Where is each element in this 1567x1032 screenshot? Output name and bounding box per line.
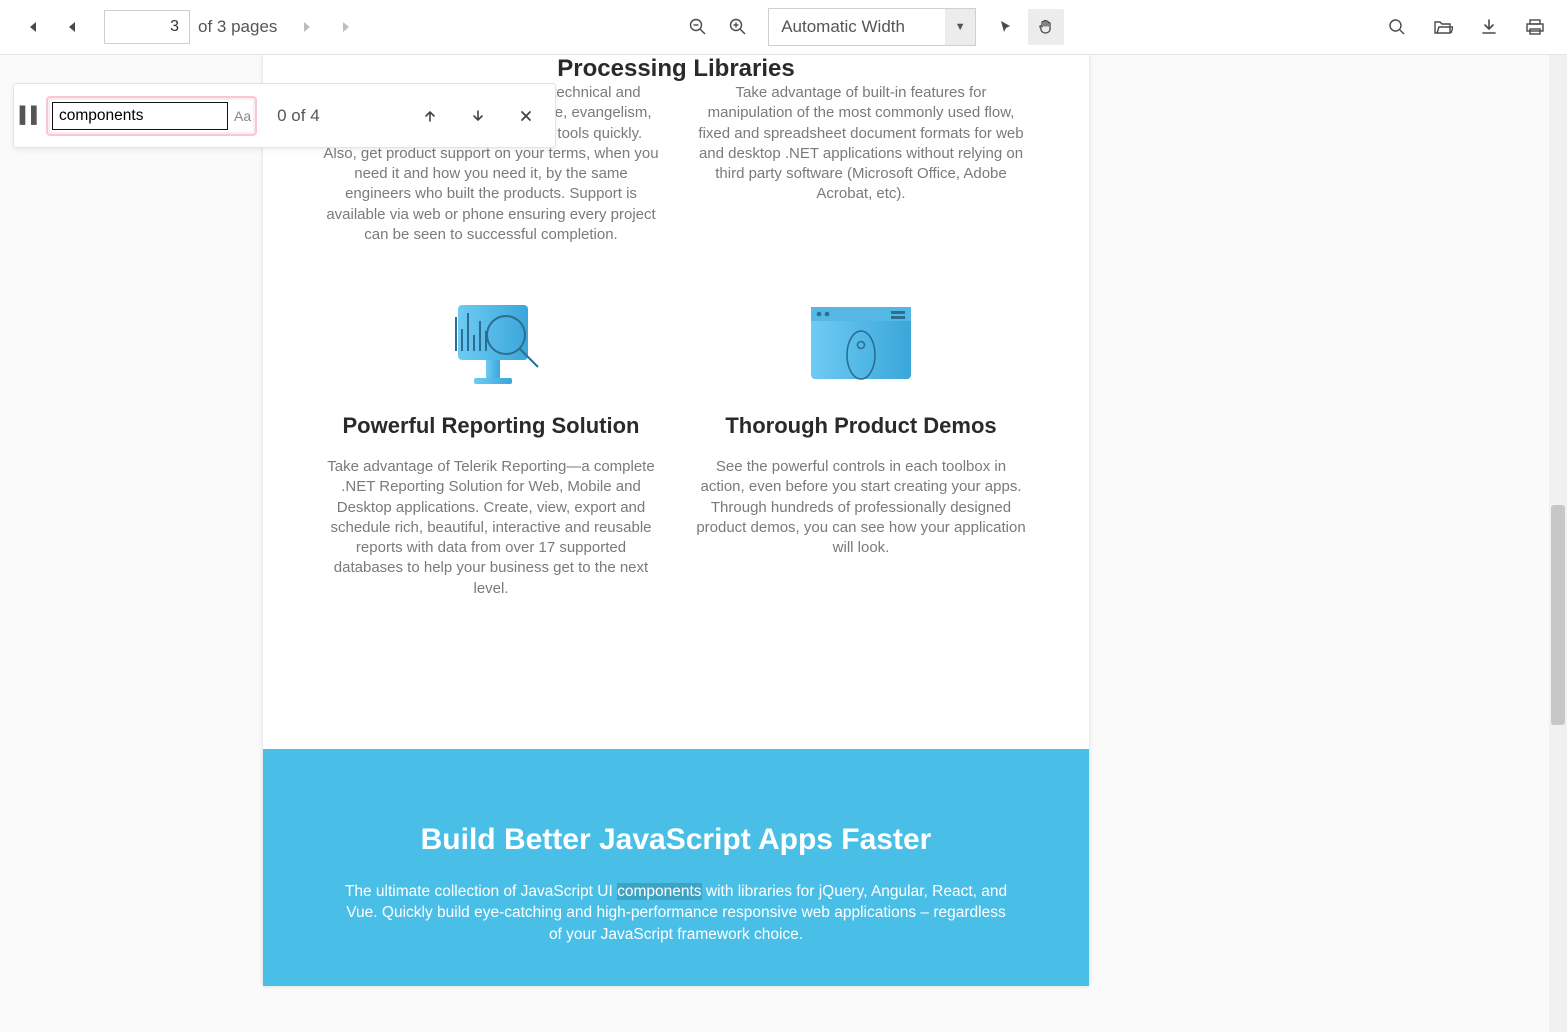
- page-sheet: Processing Libraries Industry-leading, f…: [263, 55, 1089, 986]
- feature-heading-processing: Processing Libraries: [263, 55, 1089, 83]
- open-file-button[interactable]: [1425, 9, 1461, 45]
- print-icon: [1525, 18, 1545, 36]
- match-case-toggle[interactable]: Aa: [234, 108, 251, 124]
- search-icon: [1388, 18, 1406, 36]
- zoom-mode-label: Automatic Width: [769, 9, 945, 45]
- find-prev-button[interactable]: [423, 109, 449, 123]
- zoom-mode-select[interactable]: Automatic Width ▼: [768, 8, 976, 46]
- feature-body-reporting: Take advantage of Telerik Reporting—a co…: [322, 457, 660, 599]
- find-next-button[interactable]: [471, 109, 497, 123]
- prev-page-button[interactable]: [54, 9, 90, 45]
- close-icon: [519, 109, 533, 123]
- reporting-illustration: [322, 275, 660, 395]
- download-icon: [1480, 18, 1498, 36]
- last-page-button[interactable]: [329, 9, 365, 45]
- prev-page-icon: [66, 21, 78, 33]
- document-viewer: Processing Libraries Industry-leading, f…: [0, 55, 1567, 1032]
- page-number-input[interactable]: [104, 10, 190, 44]
- feature-title-reporting: Powerful Reporting Solution: [322, 413, 660, 439]
- first-page-icon: [25, 20, 39, 34]
- demos-illustration: [692, 275, 1030, 395]
- find-count-label: 0 of 4: [277, 106, 320, 126]
- feature-body-demos: See the powerful controls in each toolbo…: [692, 457, 1030, 558]
- zoom-out-icon: [689, 18, 707, 36]
- feature-body-processing: Take advantage of built-in features for …: [692, 83, 1030, 205]
- hand-tool-button[interactable]: [1028, 9, 1064, 45]
- feature-title-demos: Thorough Product Demos: [692, 413, 1030, 439]
- search-button[interactable]: [1379, 9, 1415, 45]
- vertical-scrollbar[interactable]: [1549, 55, 1567, 1032]
- find-bar: ▌▌ Aa 0 of 4: [13, 83, 556, 148]
- page-count-label: of 3 pages: [198, 17, 277, 37]
- next-page-button[interactable]: [289, 9, 325, 45]
- pointer-tool-button[interactable]: [988, 9, 1024, 45]
- folder-open-icon: [1433, 18, 1453, 36]
- hand-icon: [1037, 18, 1055, 36]
- last-page-icon: [340, 20, 354, 34]
- first-page-button[interactable]: [14, 9, 50, 45]
- download-button[interactable]: [1471, 9, 1507, 45]
- print-button[interactable]: [1517, 9, 1553, 45]
- scrollbar-thumb[interactable]: [1551, 505, 1565, 725]
- banner-title: Build Better JavaScript Apps Faster: [343, 823, 1009, 857]
- chevron-down-icon: ▼: [945, 9, 975, 45]
- zoom-out-button[interactable]: [680, 9, 716, 45]
- arrow-up-icon: [423, 109, 437, 123]
- search-highlight: components: [617, 883, 701, 900]
- drag-handle-icon[interactable]: ▌▌: [24, 107, 38, 125]
- pdf-toolbar: of 3 pages Automatic Width ▼: [0, 0, 1567, 55]
- zoom-in-icon: [729, 18, 747, 36]
- next-page-icon: [301, 21, 313, 33]
- banner-body: The ultimate collection of JavaScript UI…: [343, 881, 1009, 946]
- pointer-icon: [998, 19, 1014, 35]
- arrow-down-icon: [471, 109, 485, 123]
- find-close-button[interactable]: [519, 109, 545, 123]
- zoom-in-button[interactable]: [720, 9, 756, 45]
- promo-banner: Build Better JavaScript Apps Faster The …: [263, 749, 1089, 986]
- find-input[interactable]: [52, 102, 228, 130]
